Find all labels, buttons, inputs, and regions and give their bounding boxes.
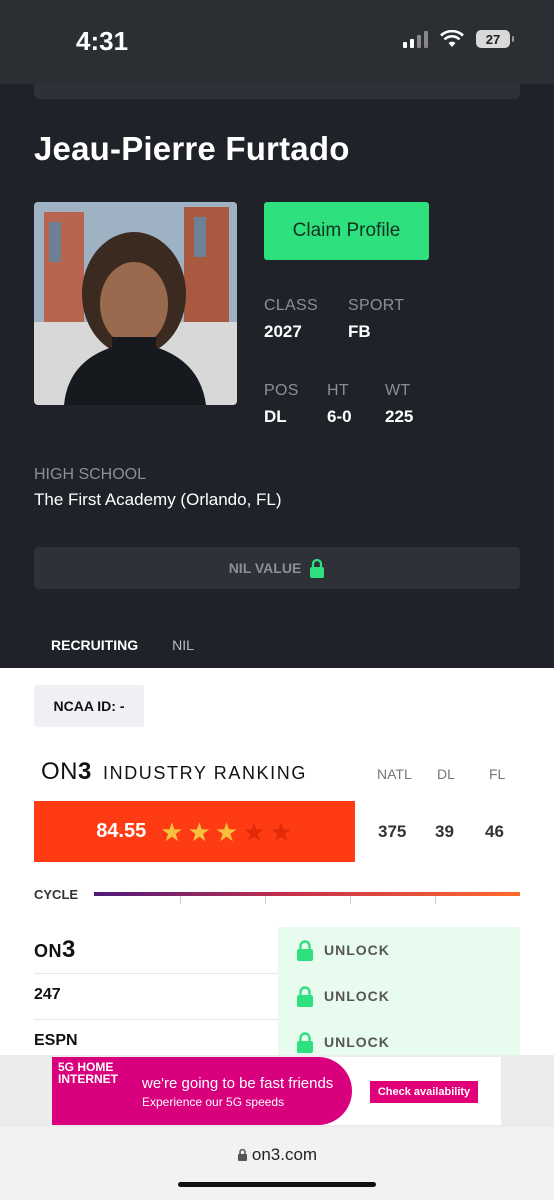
pos-label: POS [264,382,299,399]
industry-ranking-title: INDUSTRY RANKING [103,763,307,783]
star-rating: ★ ★ ★ ★ ★ [160,819,293,845]
star-empty-icon: ★ [242,816,266,847]
lock-icon [237,1148,247,1161]
high-school-value: The First Academy (Orlando, FL) [34,490,282,509]
industry-rating-box: 84.55 ★ ★ ★ ★ ★ [34,801,355,862]
star-filled-icon: ★ [187,816,211,847]
class-label: CLASS [264,297,318,314]
cycle-tick [180,896,181,904]
natl-rank: 375 [378,822,407,841]
ht-value: 6-0 [327,407,352,426]
signal-icon [403,30,428,48]
ad-brand: 5G HOME INTERNET [58,1060,118,1086]
position-rank: 39 [435,822,454,841]
lock-icon [297,986,313,1007]
home-indicator [178,1182,376,1187]
high-school-label: HIGH SCHOOL [34,466,147,483]
lock-icon [310,558,325,578]
star-empty-icon: ★ [269,816,293,847]
ncaa-id-badge: NCAA ID: - [34,685,144,727]
tab-nil[interactable]: NIL [155,632,211,675]
col-natl: NATL [377,766,412,782]
claim-profile-button[interactable]: Claim Profile [264,202,429,260]
cycle-timeline [94,892,520,896]
player-photo [34,202,237,405]
nil-value-label: NIL VALUE [228,560,302,576]
tab-recruiting[interactable]: RECRUITING [34,632,156,675]
pos-value: DL [264,407,287,426]
sport-label: SPORT [348,297,405,314]
star-filled-icon: ★ [214,816,239,847]
source-name: ESPN [34,1032,78,1049]
state-rank: 46 [485,822,504,841]
nil-value-bar[interactable]: NIL VALUE [34,547,520,589]
status-icons: 27 [403,30,514,48]
url-text: on3.com [251,1145,318,1164]
class-value: 2027 [264,322,302,341]
source-name: 247 [34,986,61,1003]
cycle-tick [265,896,266,904]
on3-logo: ON3 [41,758,92,785]
rating-value: 84.55 [96,820,147,842]
wt-value: 225 [385,407,414,426]
url-display: on3.com [0,1145,554,1165]
unlock-button[interactable]: UNLOCK [278,973,520,1019]
lock-icon [297,1032,313,1053]
sport-value: FB [348,322,371,341]
lock-icon [297,940,313,961]
header-bar [34,84,520,99]
ad-subline: Experience our 5G speeds [142,1095,285,1109]
player-name: Jeau-Pierre Furtado [34,130,350,167]
unlock-button[interactable]: UNLOCK [278,927,520,973]
source-row-247: 247 UNLOCK [34,973,520,1020]
source-name: ON3 [34,936,76,963]
ad-banner[interactable]: 5G HOME INTERNET we're going to be fast … [52,1057,501,1125]
status-time: 4:31 [76,26,129,56]
col-state: FL [489,766,506,782]
cycle-tick [435,896,436,904]
check-availability-button[interactable]: Check availability [370,1081,478,1103]
ad-headline: we're going to be fast friends [142,1075,334,1092]
star-filled-icon: ★ [160,816,184,847]
profile-tabs: RECRUITING NIL [34,632,211,675]
player-header: Jeau-Pierre Furtado Claim Profile CLASS … [0,84,554,675]
ad-banner-container: 5G HOME INTERNET we're going to be fast … [0,1055,554,1127]
cycle-label: CYCLE [34,887,79,902]
wifi-icon [440,30,464,47]
status-bar: 4:31 27 [0,0,554,84]
browser-url-bar[interactable]: on3.com [0,1127,554,1200]
player-photo-illustration [34,202,237,405]
battery-icon: 27 [476,30,514,48]
ht-label: HT [327,382,349,399]
wt-label: WT [385,382,411,399]
source-row-on3: ON3 UNLOCK [34,927,520,974]
cycle-tick [350,896,351,904]
col-position: DL [437,766,455,782]
